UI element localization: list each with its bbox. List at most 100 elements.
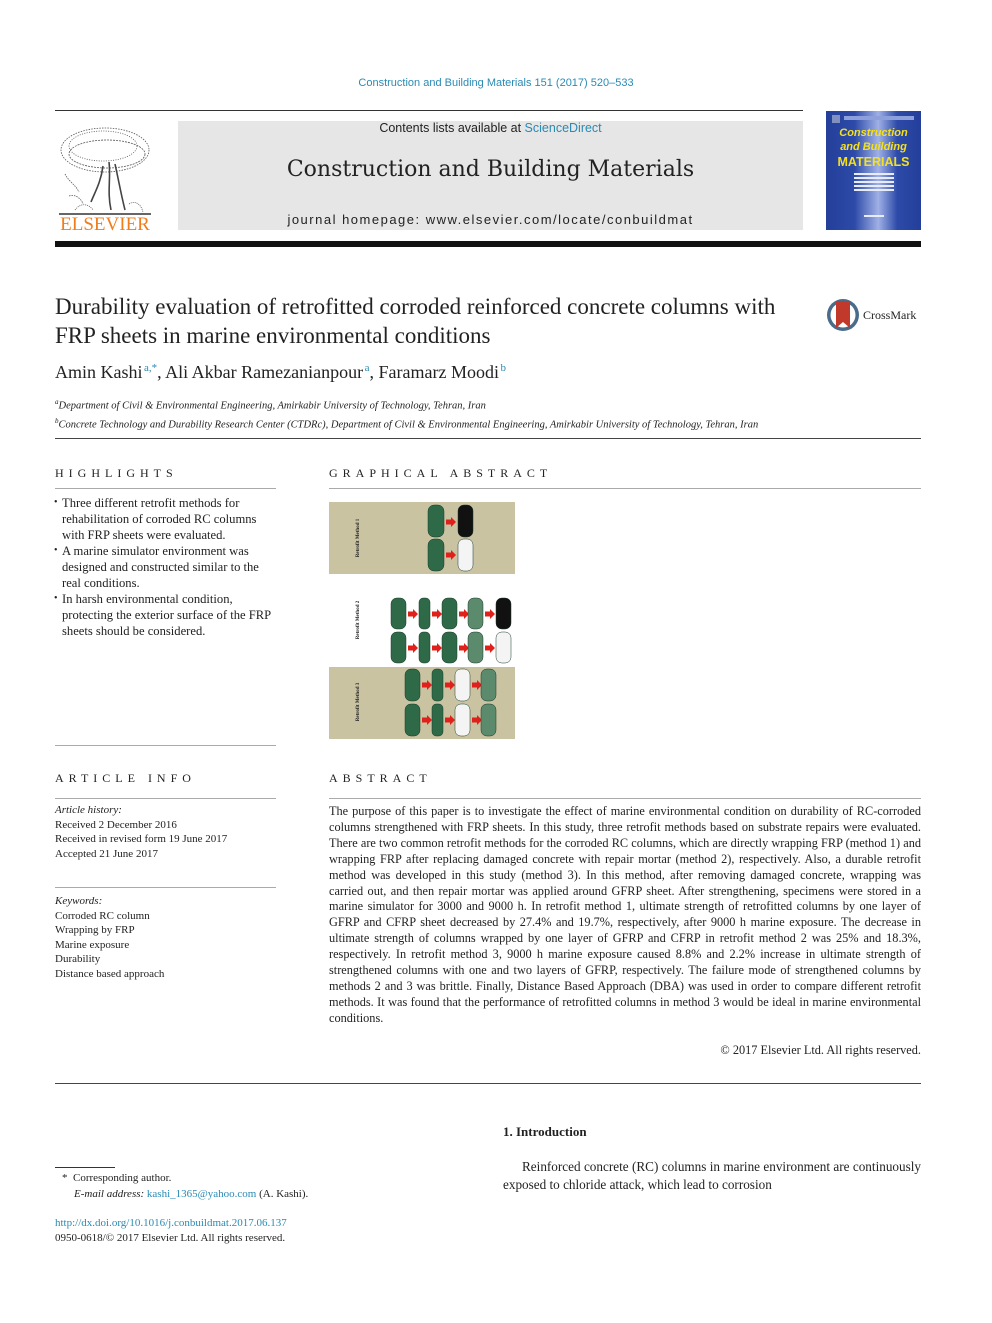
- highlights-list: Three different retrofit methods for reh…: [54, 495, 280, 639]
- highlight-item: Three different retrofit methods for reh…: [54, 495, 280, 543]
- column-mortar: [441, 597, 458, 630]
- method2-label: Retrofit Method 2: [356, 600, 361, 639]
- history-item: Received 2 December 2016: [55, 818, 177, 831]
- column-cfrp-wrapped: [495, 597, 512, 630]
- author-name[interactable]: Faramarz Moodi: [379, 362, 499, 382]
- author-name[interactable]: Amin Kashi: [55, 362, 143, 382]
- highlights-heading: HIGHLIGHTS: [55, 466, 178, 480]
- process-arrow-icon: [408, 609, 418, 619]
- affiliation-rule: [55, 438, 921, 439]
- column-repaired: [467, 597, 484, 630]
- cover-publisher-line: [864, 215, 884, 217]
- article-history: Article history: Received 2 December 201…: [55, 803, 227, 861]
- front-matter-rule: [55, 1083, 921, 1084]
- column-gfrp-wrapped: [454, 703, 471, 737]
- keywords: Keywords: Corroded RC column Wrapping by…: [55, 894, 164, 981]
- keyword-item: Wrapping by FRP: [55, 924, 135, 936]
- affiliation-text: Concrete Technology and Durability Resea…: [58, 419, 759, 430]
- cover-title-2: and Building: [840, 141, 907, 153]
- column-original: [404, 703, 421, 737]
- highlight-item: In harsh environmental condition, protec…: [54, 591, 280, 639]
- email-link[interactable]: kashi_1365@yahoo.com: [147, 1188, 256, 1200]
- history-item: Received in revised form 19 June 2017: [55, 833, 228, 845]
- author-list: Amin Kashi a,*, Ali Akbar Ramezanianpour…: [55, 362, 507, 382]
- column-mortar-over-frp: [480, 668, 497, 702]
- keywords-rule: [55, 887, 276, 888]
- corresponding-author-label: Corresponding author.: [73, 1172, 172, 1184]
- corresponding-author-footnote: * Corresponding author. E-mail address: …: [62, 1170, 308, 1202]
- footnote-rule: [55, 1167, 115, 1168]
- process-arrow-icon: [485, 643, 495, 653]
- introduction-heading: 1. Introduction: [503, 1124, 587, 1139]
- elsevier-logo[interactable]: ELSEVIER: [55, 122, 155, 235]
- keyword-item: Distance based approach: [55, 967, 165, 980]
- contents-line: Contents lists available at ScienceDirec…: [178, 121, 803, 135]
- column-gfrp-wrapped: [457, 538, 474, 572]
- column-damaged-removed: [418, 597, 431, 630]
- header-thick-rule: [55, 241, 921, 247]
- email-suffix: (A. Kashi).: [256, 1188, 309, 1200]
- abstract-copyright: © 2017 Elsevier Ltd. All rights reserved…: [720, 1043, 921, 1057]
- article-info-rule: [55, 798, 276, 799]
- journal-reference-link[interactable]: Construction and Building Materials 151 …: [0, 77, 992, 89]
- abstract-heading: ABSTRACT: [329, 771, 432, 785]
- column-damaged-removed: [418, 631, 431, 664]
- keyword-item: Marine exposure: [55, 938, 130, 951]
- journal-title: Construction and Building Materials: [286, 157, 695, 182]
- affiliation-item: bConcrete Technology and Durability Rese…: [55, 414, 758, 433]
- crossmark-button[interactable]: CrossMark: [826, 297, 926, 333]
- journal-cover[interactable]: Construction and Building MATERIALS: [826, 111, 921, 230]
- column-cfrp-wrapped: [495, 631, 512, 664]
- method1-label: Retrofit Method 1: [356, 518, 361, 557]
- column-repaired: [467, 631, 484, 664]
- graphical-abstract-rule: [329, 488, 921, 489]
- cover-band: [844, 116, 914, 120]
- article-history-label: Article history:: [55, 804, 122, 816]
- process-arrow-icon: [485, 609, 495, 619]
- contents-prefix: Contents lists available at: [379, 121, 525, 135]
- highlights-end-rule: [55, 745, 276, 746]
- abstract-rule: [329, 798, 921, 799]
- graphical-abstract-figure[interactable]: Retrofit Method 1 Retrofit Method 2 Retr…: [329, 502, 515, 739]
- graphical-abstract-svg: Retrofit Method 1 Retrofit Method 2 Retr…: [329, 502, 515, 739]
- cover-title-3: MATERIALS: [837, 155, 910, 169]
- article-title: Durability evaluation of retrofitted cor…: [55, 294, 776, 348]
- footnote-marker: *: [62, 1172, 68, 1184]
- author-name[interactable]: Ali Akbar Ramezanianpour: [165, 362, 363, 382]
- process-arrow-icon: [459, 643, 469, 653]
- author-affil-sup[interactable]: b: [501, 362, 507, 374]
- doi-block: http://dx.doi.org/10.1016/j.conbuildmat.…: [55, 1216, 287, 1246]
- column-gfrp-wrapped: [454, 668, 471, 702]
- doi-link[interactable]: http://dx.doi.org/10.1016/j.conbuildmat.…: [55, 1216, 287, 1231]
- cover-subtitle-lines: [854, 173, 894, 175]
- keywords-label: Keywords:: [55, 895, 103, 907]
- sciencedirect-link[interactable]: ScienceDirect: [525, 121, 602, 135]
- column-original: [427, 538, 445, 572]
- process-arrow-icon: [408, 643, 418, 653]
- article-info-heading: ARTICLE INFO: [55, 771, 196, 785]
- header-rule: [55, 110, 803, 111]
- column-original: [390, 597, 407, 630]
- cover-title-1: Construction: [839, 127, 908, 139]
- column-cfrp-wrapped: [457, 504, 474, 538]
- journal-banner: Contents lists available at ScienceDirec…: [178, 121, 803, 230]
- column-mortar-over-frp: [480, 703, 497, 737]
- keyword-item: Durability: [55, 953, 101, 965]
- author-affil-sup[interactable]: a: [365, 362, 370, 374]
- crossmark-icon: [827, 299, 859, 331]
- history-item: Accepted 21 June 2017: [55, 847, 158, 860]
- column-original: [390, 631, 407, 664]
- affiliation-text: Department of Civil & Environmental Engi…: [58, 400, 486, 412]
- elsevier-tree-icon: ELSEVIER: [59, 127, 151, 235]
- elsevier-wordmark: ELSEVIER: [60, 214, 150, 234]
- process-arrow-icon: [459, 609, 469, 619]
- crossmark-label: CrossMark: [863, 308, 917, 322]
- column-original: [427, 504, 445, 538]
- column-original: [404, 668, 421, 702]
- column-mortar: [441, 631, 458, 664]
- highlights-rule: [55, 488, 276, 489]
- cover-emblem-icon: [832, 115, 840, 123]
- author-affil-sup[interactable]: a,*: [144, 362, 157, 374]
- column-damaged-removed: [431, 703, 444, 737]
- journal-homepage[interactable]: journal homepage: www.elsevier.com/locat…: [178, 212, 803, 227]
